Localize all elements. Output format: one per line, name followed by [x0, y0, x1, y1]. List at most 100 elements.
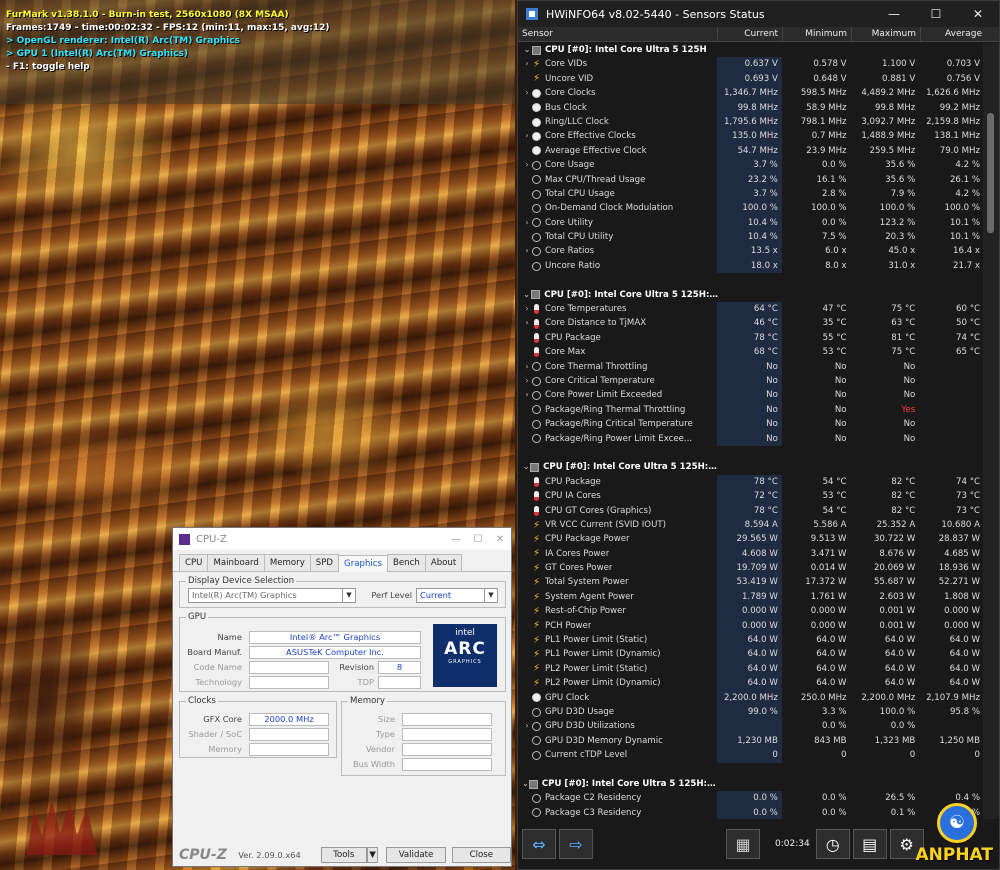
sensor-row[interactable]: ⚡ GT Cores Power 19.709 W 0.014 W 20.069 W 18… [518, 561, 984, 576]
expand-icon[interactable]: › [522, 158, 532, 172]
expand-icon[interactable]: › [522, 129, 532, 143]
sensor-row[interactable]: Package C3 Residency0.0 %0.0 %0.1 %0.0 % [518, 805, 984, 821]
expand-icon[interactable]: › [522, 244, 532, 258]
sensor-row[interactable]: Package C2 Residency 0.0 % 0.0 % 26.5 % 0.4 … [518, 791, 984, 806]
sensor-group-header[interactable]: ⌄ CPU [#0]: Intel Core Ultra 5 125H [518, 43, 984, 57]
hwinfo-titlebar[interactable]: HWiNFO64 v8.02-5440 - Sensors Status — ☐… [518, 1, 999, 27]
tab-memory[interactable]: Memory [263, 554, 311, 571]
sensor-group-header[interactable]: ⌄ CPU [#0]: Intel Core Ultra 5 125H: Enha… [518, 460, 984, 474]
sensor-row[interactable]: ⚡ Uncore VID 0.693 V 0.648 V 0.881 V 0.756 V [518, 71, 984, 87]
collapse-arrows-icon[interactable]: ⇨ [559, 829, 593, 859]
validate-button[interactable]: Validate [386, 847, 446, 863]
sensor-row[interactable]: › Core Distance to TjMAX 46 °C 35 °C 63 °C 50… [518, 316, 984, 331]
collapse-icon[interactable]: ⌄ [522, 777, 529, 791]
expand-icon[interactable]: › [522, 57, 532, 71]
cpuz-titlebar[interactable]: CPU-Z — ☐ ✕ [173, 528, 511, 550]
sensor-row[interactable]: › GPU D3D Utilizations 0.0 % 0.0 % [518, 719, 984, 734]
tab-mainboard[interactable]: Mainboard [207, 554, 265, 571]
network-icon[interactable]: ▦ [726, 829, 760, 859]
sensor-row[interactable]: Package/Ring Critical Temperature No No No [518, 417, 984, 432]
col-maximum[interactable]: Maximum [852, 27, 921, 41]
sensor-row[interactable]: Average Effective Clock 54.7 MHz 23.9 MHz 2… [518, 143, 984, 159]
sensor-row[interactable]: › ⚡ Core VIDs 0.637 V 0.578 V 1.100 V 0.703 V [518, 57, 984, 72]
sensor-row[interactable]: Total CPU Utility 10.4 % 7.5 % 20.3 % 10.1 % [518, 230, 984, 245]
collapse-icon[interactable]: ⌄ [522, 43, 532, 57]
sensor-row[interactable]: CPU Package 78 °C 54 °C 82 °C 74 °C [518, 474, 984, 490]
sensor-row[interactable]: ⚡ PL2 Power Limit (Dynamic) 64.0 W 64.0 W 64… [518, 676, 984, 691]
expand-icon[interactable]: › [522, 86, 532, 100]
col-current[interactable]: Current [718, 27, 783, 41]
minimize-icon[interactable]: — [445, 534, 467, 545]
sensor-row[interactable]: › Core Utility 10.4 % 0.0 % 123.2 % 10.1 % [518, 215, 984, 231]
sensor-row[interactable]: ⚡ PL1 Power Limit (Static) 64.0 W 64.0 W 64.… [518, 633, 984, 648]
expand-icon[interactable]: › [522, 388, 532, 402]
sensor-row[interactable]: ⚡ VR VCC Current (SVID IOUT) 8.594 A 5.586 … [518, 517, 984, 533]
col-average[interactable]: Average [921, 27, 986, 41]
tab-graphics[interactable]: Graphics [338, 555, 388, 572]
sensor-row[interactable]: ⚡ CPU Package Power 29.565 W 9.513 W 30.722 … [518, 532, 984, 547]
sensor-row[interactable]: ⚡ IA Cores Power 4.608 W 3.471 W 8.676 W 4.68… [518, 546, 984, 562]
close-button[interactable]: Close [451, 847, 511, 863]
col-sensor[interactable]: Sensor [518, 27, 718, 41]
sensor-row[interactable]: CPU Package 78 °C 55 °C 81 °C 74 °C [518, 330, 984, 346]
collapse-icon[interactable]: ⌄ [522, 460, 530, 474]
sensor-row[interactable]: ⚡ Rest-of-Chip Power 0.000 W 0.000 W 0.001 W… [518, 604, 984, 619]
sensor-row[interactable]: › Core Effective Clocks 135.0 MHz 0.7 MHz 1,… [518, 129, 984, 144]
tab-about[interactable]: About [424, 554, 463, 571]
sensor-row[interactable]: Uncore Ratio 18.0 x 8.0 x 31.0 x 21.7 x [518, 258, 984, 274]
tab-cpu[interactable]: CPU [179, 554, 209, 571]
sensor-row[interactable]: ⚡ System Agent Power 1.789 W 1.761 W 2.603 W… [518, 589, 984, 605]
sensor-row[interactable]: Package/Ring Thermal Throttling No No Yes [518, 402, 984, 418]
sensor-row[interactable]: ⚡ PL1 Power Limit (Dynamic) 64.0 W 64.0 W 64… [518, 647, 984, 662]
clock-reset-icon[interactable]: ◷ [815, 829, 850, 859]
expand-icon[interactable]: › [522, 316, 532, 330]
sensor-row[interactable]: Total CPU Usage 3.7 % 2.8 % 7.9 % 4.2 % [518, 186, 984, 202]
sensor-row[interactable]: ⚡ Total System Power 53.419 W 17.372 W 55.68… [518, 575, 984, 590]
expand-icon[interactable]: › [522, 302, 532, 316]
perf-level-select[interactable]: Current ▼ [416, 588, 498, 603]
sensor-row[interactable]: Package/Ring Power Limit Excee... No No No [518, 431, 984, 446]
expand-icon[interactable]: › [522, 360, 532, 374]
sensor-row[interactable]: › Core Usage 3.7 % 0.0 % 35.6 % 4.2 % [518, 158, 984, 173]
sensor-row[interactable]: › Core Temperatures 64 °C 47 °C 75 °C 60 °C [518, 302, 984, 317]
sensor-row[interactable]: Current cTDP Level 0 0 0 0 [518, 748, 984, 763]
col-minimum[interactable]: Minimum [783, 27, 852, 41]
device-select[interactable]: Intel(R) Arc(TM) Graphics ▼ [188, 588, 356, 603]
sensor-row[interactable]: Core Max 68 °C 53 °C 75 °C 65 °C [518, 345, 984, 360]
tools-dropdown-icon[interactable]: ▼ [366, 847, 379, 863]
sensor-row[interactable]: › Core Ratios 13.5 x 6.0 x 45.0 x 16.4 x [518, 244, 984, 259]
sensor-row[interactable]: › Core Thermal Throttling No No No [518, 359, 984, 374]
sensor-row[interactable]: On-Demand Clock Modulation 100.0 % 100.0 %… [518, 201, 984, 216]
sensor-row[interactable]: › Core Clocks 1,346.7 MHz 598.5 MHz 4,489.2 … [518, 86, 984, 101]
sensor-row[interactable]: GPU D3D Memory Dynamic 1,230 MB 843 MB 1,32… [518, 733, 984, 749]
report-icon[interactable]: ▤ [852, 829, 887, 859]
tab-bench[interactable]: Bench [387, 554, 426, 571]
expand-arrows-icon[interactable]: ⇔ [522, 829, 556, 859]
sensor-row[interactable]: Ring/LLC Clock 1,795.6 MHz 798.1 MHz 3,092.… [518, 114, 984, 130]
tab-spd[interactable]: SPD [309, 554, 340, 571]
sensor-row[interactable]: GPU Clock 2,200.0 MHz 250.0 MHz 2,200.0 MHz… [518, 690, 984, 705]
collapse-icon[interactable]: ⌄ [522, 288, 531, 302]
sensor-row[interactable]: ⚡ PCH Power 0.000 W 0.000 W 0.001 W 0.000 W [518, 618, 984, 634]
sensor-group-header[interactable]: ⌄ CPU [#0]: Intel Core Ultra 5 125H: DTS [518, 288, 984, 302]
sensor-row[interactable]: CPU IA Cores 72 °C 53 °C 82 °C 73 °C [518, 489, 984, 504]
expand-icon[interactable]: › [522, 216, 532, 230]
vertical-scrollbar[interactable] [983, 43, 999, 821]
minimize-icon[interactable]: — [873, 7, 915, 21]
scrollbar-thumb[interactable] [987, 113, 994, 233]
expand-icon[interactable]: › [522, 719, 532, 733]
sensor-row[interactable]: Bus Clock 99.8 MHz 58.9 MHz 99.8 MHz 99.2 MH… [518, 100, 984, 115]
sensor-row[interactable]: GPU D3D Usage 99.0 % 3.3 % 100.0 % 95.8 % [518, 704, 984, 720]
sensor-row[interactable]: ⚡ PL2 Power Limit (Static) 64.0 W 64.0 W 64.… [518, 661, 984, 677]
tools-button[interactable]: Tools [320, 847, 367, 863]
maximize-icon[interactable]: ☐ [915, 7, 957, 21]
sensor-row[interactable]: Max CPU/Thread Usage 23.2 % 16.1 % 35.6 % 26… [518, 172, 984, 187]
maximize-icon[interactable]: ☐ [467, 534, 489, 545]
sensor-row[interactable]: › Core Power Limit Exceeded No No No [518, 388, 984, 403]
close-icon[interactable]: ✕ [957, 7, 999, 21]
close-icon[interactable]: ✕ [489, 534, 511, 545]
sensor-row[interactable]: › Core Critical Temperature No No No [518, 373, 984, 389]
sensor-row[interactable]: CPU GT Cores (Graphics) 78 °C 54 °C 82 °C 73… [518, 503, 984, 518]
expand-icon[interactable]: › [522, 374, 532, 388]
sensor-group-header[interactable]: ⌄ CPU [#0]: Intel Core Ultra 5 125H: C-St… [518, 777, 984, 791]
